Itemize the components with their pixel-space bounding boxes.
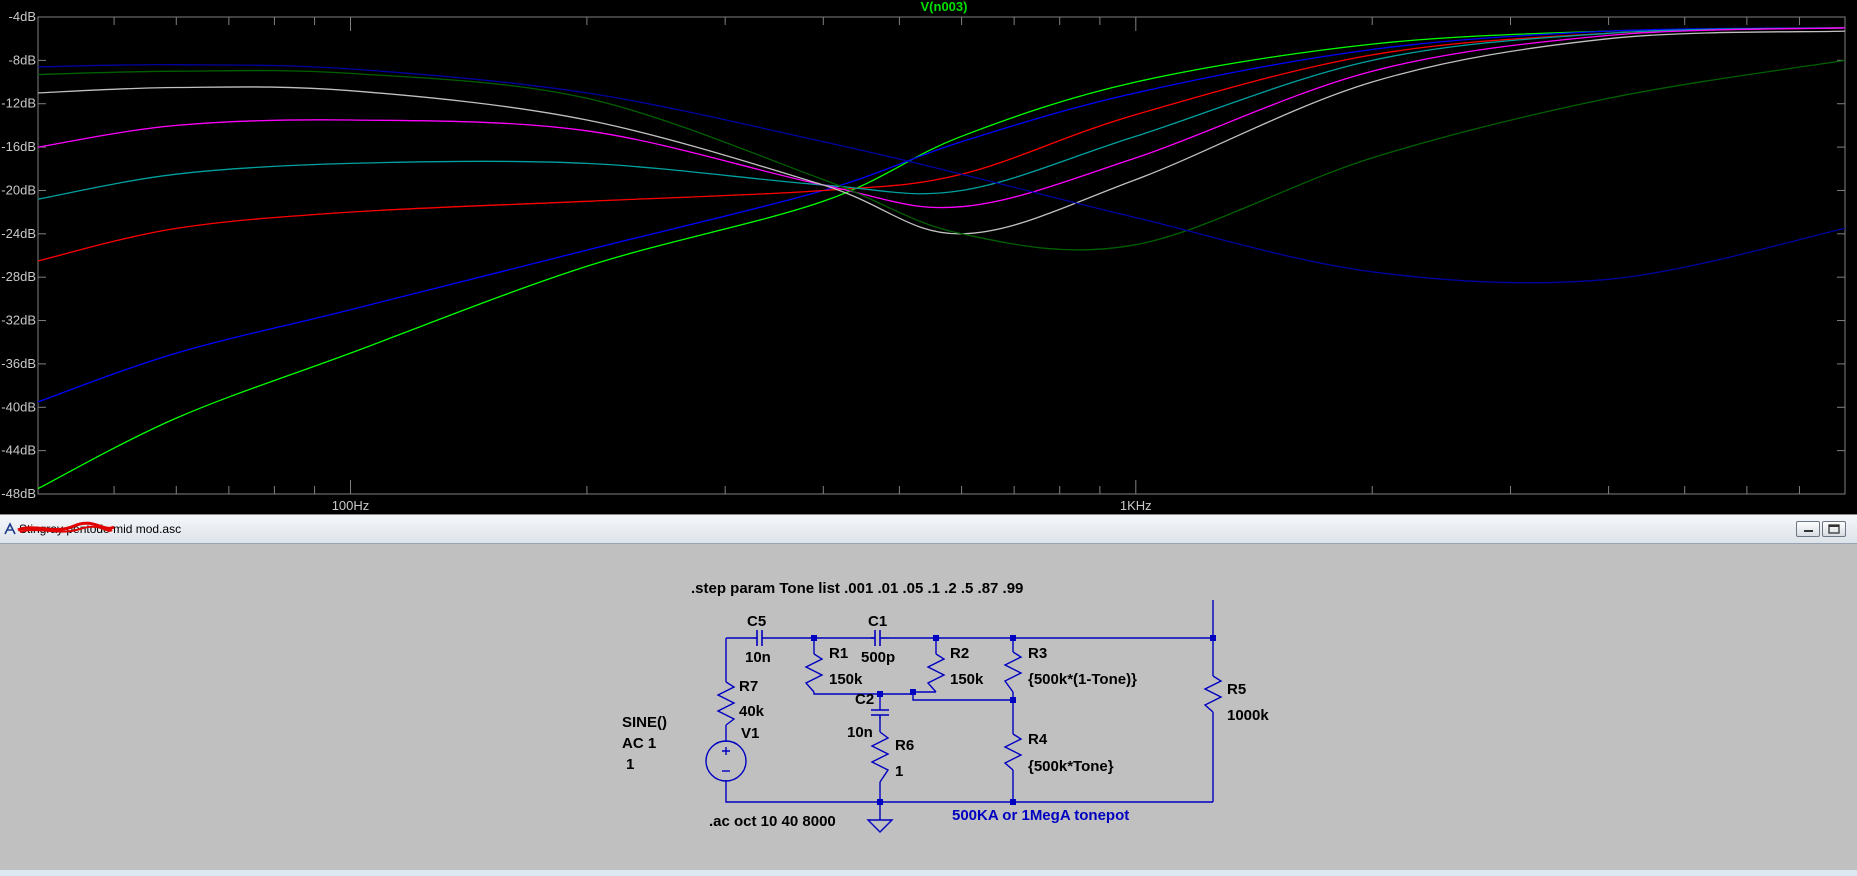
schematic-canvas[interactable]: .step param Tone list .001 .01 .05 .1 .2… (0, 544, 1857, 870)
c2-name-label[interactable]: C2 (855, 691, 874, 708)
resistor-r2-symbol[interactable] (926, 653, 946, 693)
trace-step-4[interactable] (37, 27, 1846, 200)
trace-step-5[interactable] (37, 27, 1846, 209)
r1-value-label[interactable]: 150k (829, 671, 863, 688)
c1-value-label[interactable]: 500p (861, 649, 895, 666)
resistor-r3-symbol[interactable] (1003, 651, 1023, 693)
r7-name-label[interactable]: R7 (739, 678, 758, 695)
x-tick-label: 100Hz (332, 498, 370, 513)
r5-value-label[interactable]: 1000k (1227, 707, 1269, 724)
v1-function-label[interactable]: SINE() (622, 714, 667, 731)
ground-icon[interactable] (866, 819, 894, 833)
c1-name-label[interactable]: C1 (868, 613, 887, 630)
minimize-icon (1804, 530, 1813, 532)
capacitor-c2-symbol[interactable] (871, 709, 889, 719)
window-bottom-edge (0, 870, 1857, 876)
c5-value-label[interactable]: 10n (745, 649, 771, 666)
ac-directive[interactable]: .ac oct 10 40 8000 (709, 813, 836, 830)
r1-name-label[interactable]: R1 (829, 645, 848, 662)
maximize-button[interactable] (1822, 521, 1846, 537)
r2-name-label[interactable]: R2 (950, 645, 969, 662)
trace-step-8[interactable] (37, 64, 1846, 284)
schematic-wires[interactable] (725, 600, 1214, 820)
resistor-r5-symbol[interactable] (1203, 675, 1223, 713)
resistor-r4-symbol[interactable] (1003, 733, 1023, 771)
r4-name-label[interactable]: R4 (1028, 731, 1048, 748)
y-tick-label: -44dB (1, 443, 36, 458)
redaction-scribble (17, 521, 115, 533)
resistor-r1-symbol[interactable] (804, 653, 824, 693)
r5-name-label[interactable]: R5 (1227, 681, 1246, 698)
y-tick-label: -28dB (1, 269, 36, 284)
y-tick-label: -4dB (9, 9, 36, 24)
r4-value-label[interactable]: {500k*Tone} (1028, 758, 1114, 775)
y-tick-label: -24dB (1, 226, 36, 241)
y-tick-label: -20dB (1, 182, 36, 197)
maximize-icon (1828, 524, 1840, 534)
step-directive[interactable]: .step param Tone list .001 .01 .05 .1 .2… (691, 580, 1023, 597)
r3-value-label[interactable]: {500k*(1-Tone)} (1028, 671, 1137, 688)
y-tick-label: -12dB (1, 96, 36, 111)
v1-ac-label[interactable]: AC 1 (622, 735, 656, 752)
capacitor-c5-symbol[interactable] (753, 630, 763, 646)
v1-name-label[interactable]: V1 (741, 725, 759, 742)
minimize-button[interactable] (1796, 521, 1820, 537)
plot-traces (37, 27, 1846, 490)
c2-value-label[interactable]: 10n (847, 724, 873, 741)
r3-name-label[interactable]: R3 (1028, 645, 1047, 662)
schematic-title-bar[interactable]: Stingray pentode mid mod.asc (0, 514, 1857, 544)
waveform-plot-pane[interactable]: -4dB -8dB -12dB -16dB -20dB -24dB -28dB -32dB -3… (0, 0, 1857, 514)
resistor-r7-symbol[interactable] (716, 681, 736, 726)
schematic-editor-pane[interactable]: .step param Tone list .001 .01 .05 .1 .2… (0, 544, 1857, 870)
c5-name-label[interactable]: C5 (747, 613, 766, 630)
trace-step-1[interactable] (37, 27, 1846, 490)
y-tick-label: -36dB (1, 356, 36, 371)
voltage-source-v1-symbol[interactable] (705, 740, 747, 782)
capacitor-c1-symbol[interactable] (871, 630, 889, 646)
r6-name-label[interactable]: R6 (895, 737, 914, 754)
r2-value-label[interactable]: 150k (950, 671, 984, 688)
tonepot-comment[interactable]: 500KA or 1MegA tonepot (952, 807, 1129, 824)
trace-step-6[interactable] (37, 30, 1846, 235)
r7-value-label[interactable]: 40k (739, 703, 765, 720)
waveform-plot[interactable]: -4dB -8dB -12dB -16dB -20dB -24dB -28dB -32dB -3… (0, 0, 1857, 514)
y-tick-label: -32dB (1, 313, 36, 328)
plot-axis-labels: -4dB -8dB -12dB -16dB -20dB -24dB -28dB -32dB -3… (1, 9, 1151, 513)
y-tick-label: -16dB (1, 139, 36, 154)
y-tick-label: -8dB (9, 52, 36, 67)
y-tick-label: -40dB (1, 399, 36, 414)
resistor-r6-symbol[interactable] (870, 731, 890, 783)
trace-title[interactable]: V(n003) (921, 0, 968, 14)
r6-value-label[interactable]: 1 (895, 763, 903, 780)
v1-amplitude-label[interactable]: 1 (626, 756, 634, 773)
y-tick-label: -48dB (1, 486, 36, 501)
trace-step-7[interactable] (37, 59, 1846, 251)
x-tick-label: 1KHz (1120, 498, 1152, 513)
